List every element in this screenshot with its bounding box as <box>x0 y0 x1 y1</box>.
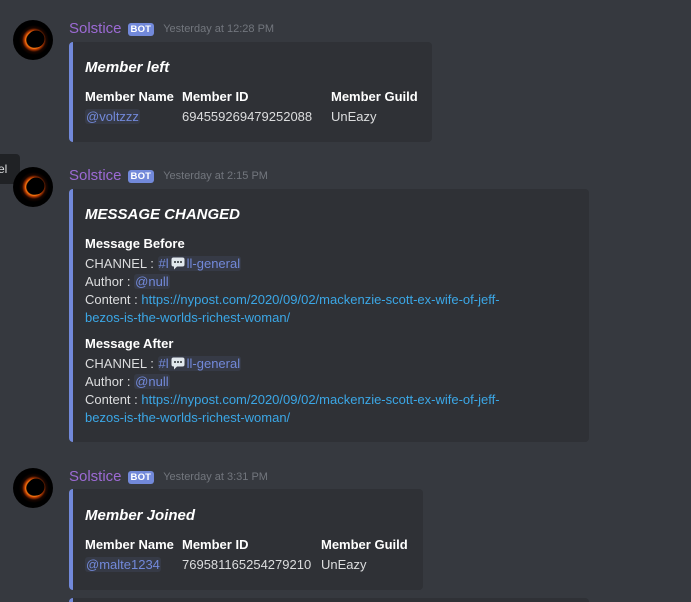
avatar[interactable] <box>13 167 53 207</box>
embed-message-changed: MESSAGE CHANGED Message Before CHANNEL :… <box>69 189 589 442</box>
message-1: Solstice BOT Yesterday at 12:28 PM Membe… <box>0 20 691 145</box>
channel-label: CHANNEL : <box>85 356 154 371</box>
before-channel-line: CHANNEL : #l ll-general <box>85 255 242 273</box>
user-mention[interactable]: @voltzzz <box>85 109 140 124</box>
message-3: Solstice BOT Yesterday at 3:31 PM Member… <box>0 468 691 602</box>
after-content-line: Content : https://nypost.com/2020/09/02/… <box>85 391 500 409</box>
field-name-member-guild: Member Guild <box>331 89 418 104</box>
before-author-line: Author : @null <box>85 273 170 291</box>
field-value-member-name: @malte1234 <box>85 556 161 574</box>
message-before-heading: Message Before <box>85 236 185 251</box>
field-name-member-id: Member ID <box>182 537 249 552</box>
embed-title: Member Joined <box>85 507 196 524</box>
before-content-line-2: bezos-is-the-worlds-richest-woman/ <box>85 309 290 327</box>
content-link-continued[interactable]: bezos-is-the-worlds-richest-woman/ <box>85 310 290 325</box>
username[interactable]: Solstice <box>69 167 122 185</box>
speech-bubble-icon <box>171 357 185 370</box>
channel-mention[interactable]: #l ll-general <box>157 356 242 371</box>
after-content-line-2: bezos-is-the-worlds-richest-woman/ <box>85 409 290 427</box>
solar-eclipse-avatar-icon <box>13 20 53 60</box>
field-name-member-name: Member Name <box>85 537 174 552</box>
message-2: Solstice BOT Yesterday at 2:15 PM MESSAG… <box>0 167 691 447</box>
content-label: Content : <box>85 292 138 307</box>
embed-next-partial <box>69 598 589 602</box>
channel-label: CHANNEL : <box>85 256 154 271</box>
channel-prefix: #l <box>158 256 169 271</box>
field-value-member-name: @voltzzz <box>85 108 140 126</box>
username[interactable]: Solstice <box>69 468 122 486</box>
channel-prefix: #l <box>158 356 169 371</box>
field-value-member-id: 694559269479252088 <box>182 109 313 124</box>
after-channel-line: CHANNEL : #l ll-general <box>85 355 242 373</box>
content-link[interactable]: https://nypost.com/2020/09/02/mackenzie-… <box>141 292 499 307</box>
author-mention[interactable]: @null <box>134 374 170 389</box>
channel-suffix: ll-general <box>186 256 241 271</box>
bot-tag: BOT <box>127 470 155 484</box>
timestamp: Yesterday at 12:28 PM <box>163 23 275 35</box>
timestamp: Yesterday at 3:31 PM <box>163 471 268 483</box>
chat-screen: el Solstice BOT Yesterday at 12:28 PM Me… <box>0 0 691 602</box>
timestamp: Yesterday at 2:15 PM <box>163 170 268 182</box>
field-name-member-id: Member ID <box>182 89 249 104</box>
field-value-member-guild: UnEazy <box>331 109 377 124</box>
author-label: Author : <box>85 274 131 289</box>
embed-title: Member left <box>85 59 170 76</box>
field-value-member-id: 769581165254279210 <box>182 557 312 572</box>
before-content-line: Content : https://nypost.com/2020/09/02/… <box>85 291 500 309</box>
after-author-line: Author : @null <box>85 373 170 391</box>
content-link[interactable]: https://nypost.com/2020/09/02/mackenzie-… <box>141 392 499 407</box>
field-value-member-guild: UnEazy <box>321 557 367 572</box>
content-label: Content : <box>85 392 138 407</box>
solar-eclipse-avatar-icon <box>13 167 53 207</box>
avatar[interactable] <box>13 468 53 508</box>
user-mention[interactable]: @malte1234 <box>85 557 161 572</box>
speech-bubble-icon <box>171 257 185 270</box>
username[interactable]: Solstice <box>69 20 122 38</box>
field-name-member-name: Member Name <box>85 89 174 104</box>
channel-suffix: ll-general <box>186 356 241 371</box>
solar-eclipse-avatar-icon <box>13 468 53 508</box>
embed-member-joined: Member Joined Member Name @malte1234 Mem… <box>69 489 423 590</box>
field-name-member-guild: Member Guild <box>321 537 408 552</box>
channel-mention[interactable]: #l ll-general <box>157 256 242 271</box>
author-label: Author : <box>85 374 131 389</box>
bot-tag: BOT <box>127 22 155 36</box>
message-after-heading: Message After <box>85 336 174 351</box>
embed-title: MESSAGE CHANGED <box>85 206 241 223</box>
author-mention[interactable]: @null <box>134 274 170 289</box>
content-link-continued[interactable]: bezos-is-the-worlds-richest-woman/ <box>85 410 290 425</box>
bot-tag: BOT <box>127 169 155 183</box>
avatar[interactable] <box>13 20 53 60</box>
embed-member-left: Member left Member Name @voltzzz Member … <box>69 42 432 142</box>
